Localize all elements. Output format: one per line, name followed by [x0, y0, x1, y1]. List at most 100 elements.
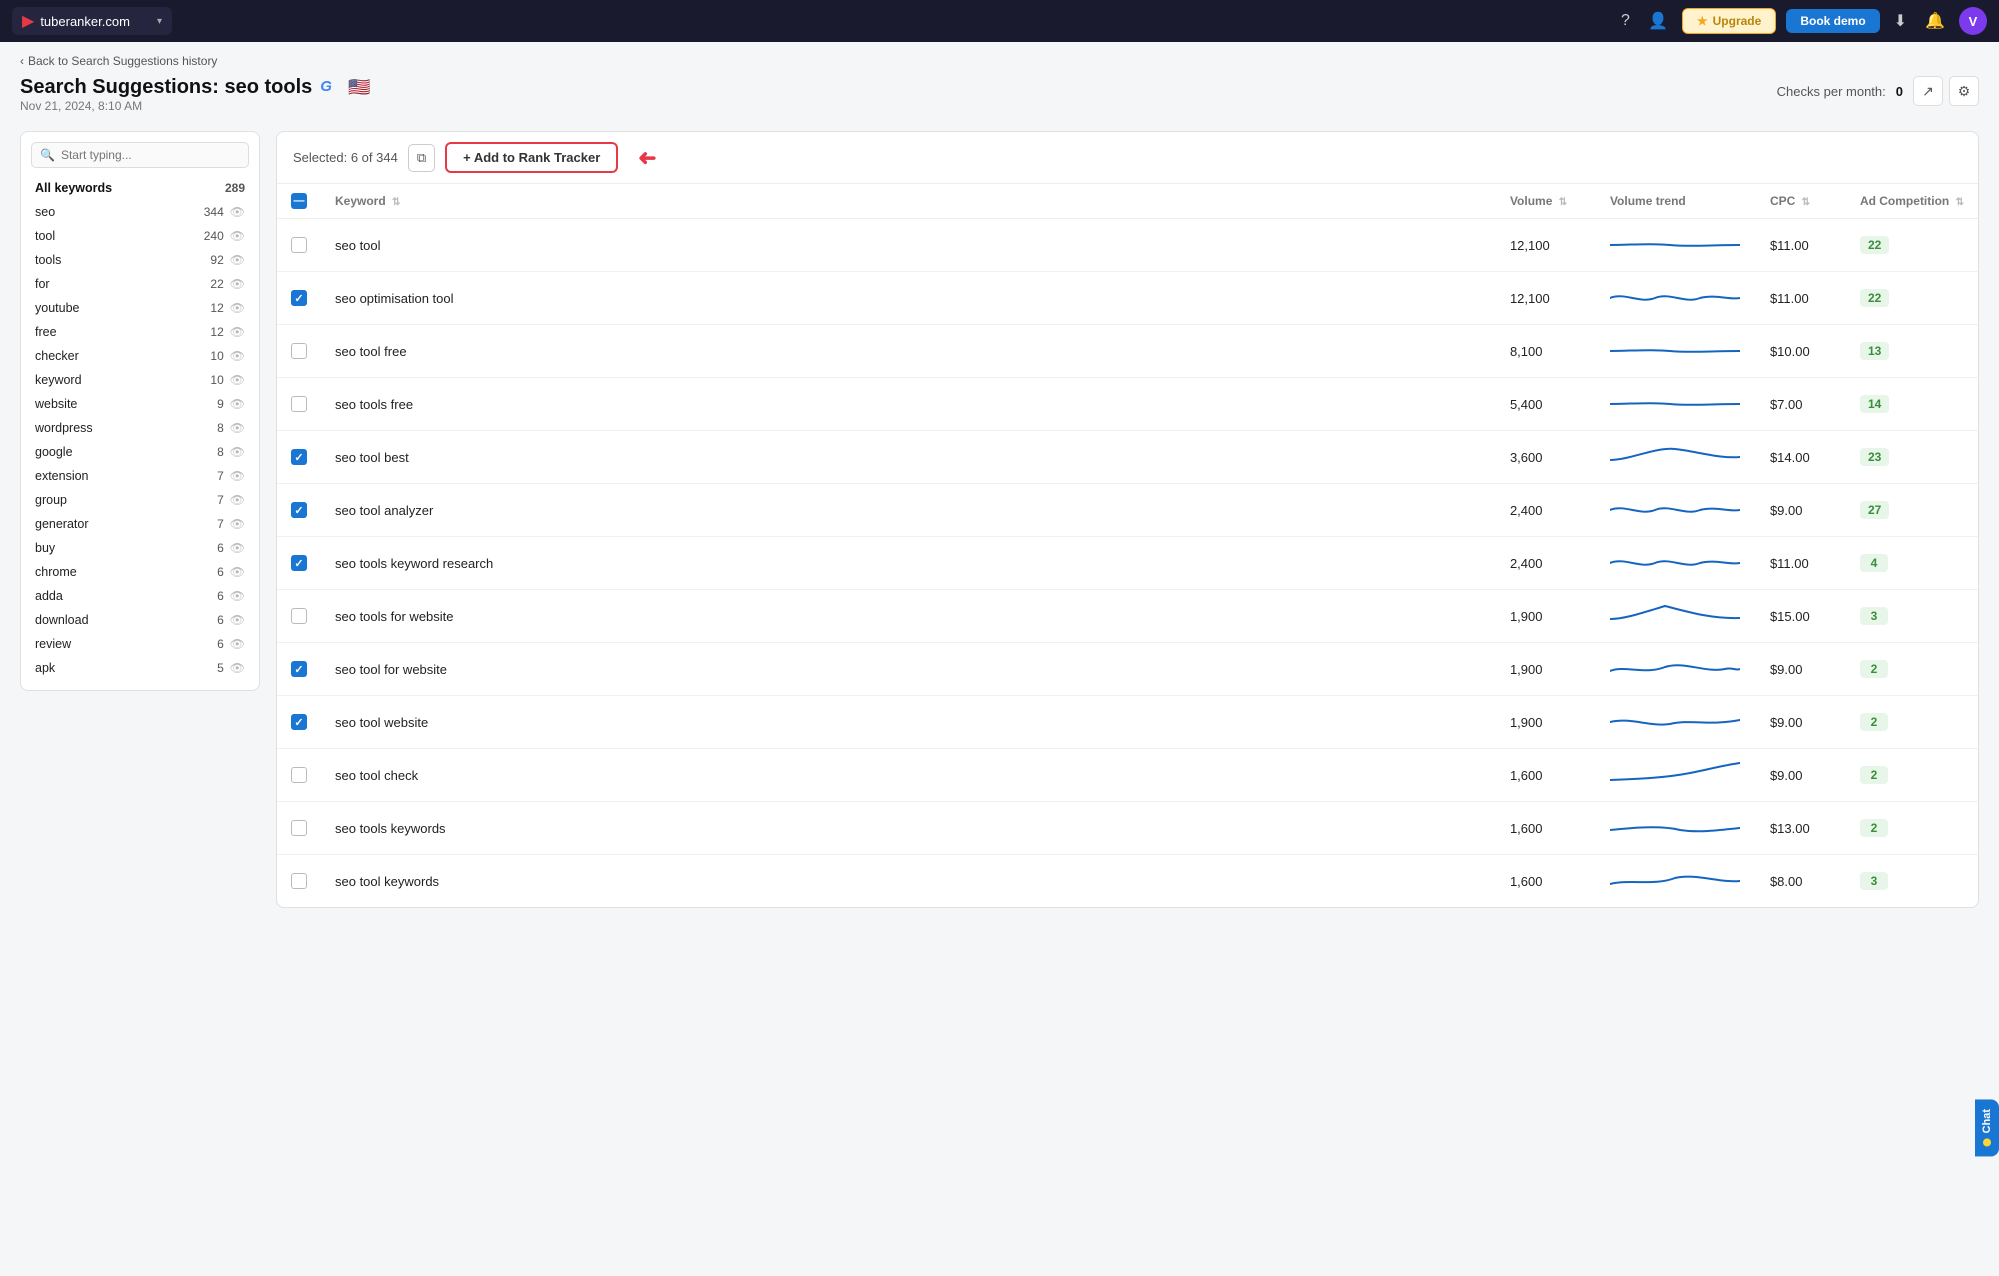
eye-icon[interactable]: 👁: [230, 661, 245, 675]
sidebar-item-count: 6: [217, 589, 224, 603]
adcomp-badge: 3: [1860, 607, 1888, 625]
sidebar-scroll[interactable]: All keywords 289 seo 344 👁 tool 240 👁 to…: [21, 176, 259, 680]
eye-icon[interactable]: 👁: [230, 613, 245, 627]
eye-icon[interactable]: 👁: [230, 301, 245, 315]
sidebar-item-checker[interactable]: checker 10 👁: [21, 344, 259, 368]
eye-icon[interactable]: 👁: [230, 493, 245, 507]
sidebar-item-label: wordpress: [35, 421, 93, 435]
sidebar-item-seo[interactable]: seo 344 👁: [21, 200, 259, 224]
sort-arrow-cpc: ⇅: [1802, 197, 1810, 208]
eye-icon[interactable]: 👁: [230, 589, 245, 603]
flag-icon: 🇺🇸: [348, 77, 370, 98]
eye-icon[interactable]: 👁: [230, 541, 245, 555]
eye-icon[interactable]: 👁: [230, 517, 245, 531]
sidebar-item-count: 344: [204, 205, 224, 219]
sidebar-item-extension[interactable]: extension 7 👁: [21, 464, 259, 488]
col-trend-label: Volume trend: [1610, 194, 1686, 208]
row-checkbox[interactable]: [291, 502, 307, 518]
eye-icon[interactable]: 👁: [230, 637, 245, 651]
eye-icon[interactable]: 👁: [230, 397, 245, 411]
row-checkbox[interactable]: [291, 290, 307, 306]
row-checkbox[interactable]: [291, 237, 307, 253]
eye-icon[interactable]: 👁: [230, 229, 245, 243]
bell-icon: 🔔: [1925, 11, 1945, 31]
sidebar-item-group[interactable]: group 7 👁: [21, 488, 259, 512]
search-icon: 🔍: [40, 148, 55, 162]
row-checkbox-cell: [277, 219, 321, 272]
row-checkbox[interactable]: [291, 714, 307, 730]
sidebar-item-chrome[interactable]: chrome 6 👁: [21, 560, 259, 584]
notifications-button[interactable]: 🔔: [1921, 7, 1949, 35]
sidebar-item-keyword[interactable]: keyword 10 👁: [21, 368, 259, 392]
sidebar-item-tool[interactable]: tool 240 👁: [21, 224, 259, 248]
row-adcomp: 2: [1846, 643, 1978, 696]
adcomp-badge: 2: [1860, 713, 1888, 731]
col-header-volume[interactable]: Volume ⇅: [1496, 184, 1596, 219]
row-adcomp: 2: [1846, 802, 1978, 855]
book-demo-button[interactable]: Book demo: [1786, 9, 1879, 33]
row-checkbox[interactable]: [291, 820, 307, 836]
select-all-checkbox[interactable]: [291, 193, 307, 209]
sidebar-item-all-keywords[interactable]: All keywords 289: [21, 176, 259, 200]
row-checkbox[interactable]: [291, 343, 307, 359]
eye-icon[interactable]: 👁: [230, 325, 245, 339]
eye-icon[interactable]: 👁: [230, 277, 245, 291]
col-volume-label: Volume: [1510, 194, 1552, 208]
add-to-rank-tracker-button[interactable]: + Add to Rank Tracker: [445, 142, 618, 173]
row-checkbox[interactable]: [291, 449, 307, 465]
eye-icon[interactable]: 👁: [230, 565, 245, 579]
row-trend: [1596, 855, 1756, 908]
sidebar-search-container[interactable]: 🔍: [31, 142, 249, 168]
sidebar-item-apk[interactable]: apk 5 👁: [21, 656, 259, 680]
row-checkbox[interactable]: [291, 555, 307, 571]
brand-selector[interactable]: ▶ tuberanker.com ▾: [12, 7, 172, 35]
eye-icon[interactable]: 👁: [230, 445, 245, 459]
sidebar-item-generator[interactable]: generator 7 👁: [21, 512, 259, 536]
col-header-keyword[interactable]: Keyword ⇅: [321, 184, 1496, 219]
row-trend: [1596, 749, 1756, 802]
download-button[interactable]: ⬇: [1890, 7, 1911, 35]
upgrade-button[interactable]: ★ Upgrade: [1682, 8, 1776, 34]
row-checkbox[interactable]: [291, 608, 307, 624]
row-trend: [1596, 696, 1756, 749]
eye-icon[interactable]: 👁: [230, 205, 245, 219]
sidebar-item-for[interactable]: for 22 👁: [21, 272, 259, 296]
col-header-adcomp[interactable]: Ad Competition ⇅: [1846, 184, 1978, 219]
row-checkbox[interactable]: [291, 873, 307, 889]
sidebar-item-google[interactable]: google 8 👁: [21, 440, 259, 464]
sidebar-item-download[interactable]: download 6 👁: [21, 608, 259, 632]
chat-bubble[interactable]: Chat: [1975, 1099, 1999, 1156]
sidebar-item-label: generator: [35, 517, 89, 531]
sidebar-item-adda[interactable]: adda 6 👁: [21, 584, 259, 608]
sidebar-item-review[interactable]: review 6 👁: [21, 632, 259, 656]
share-button[interactable]: ↗: [1913, 76, 1943, 106]
sidebar-item-buy[interactable]: buy 6 👁: [21, 536, 259, 560]
sidebar-search-input[interactable]: [61, 148, 240, 162]
eye-icon[interactable]: 👁: [230, 373, 245, 387]
sidebar-item-youtube[interactable]: youtube 12 👁: [21, 296, 259, 320]
sidebar-item-count: 7: [217, 517, 224, 531]
sidebar-item-wordpress[interactable]: wordpress 8 👁: [21, 416, 259, 440]
sidebar-item-free[interactable]: free 12 👁: [21, 320, 259, 344]
sidebar-item-tools[interactable]: tools 92 👁: [21, 248, 259, 272]
sidebar-item-website[interactable]: website 9 👁: [21, 392, 259, 416]
col-header-cpc[interactable]: CPC ⇅: [1756, 184, 1846, 219]
sidebar-item-label: google: [35, 445, 73, 459]
row-checkbox[interactable]: [291, 767, 307, 783]
row-checkbox[interactable]: [291, 396, 307, 412]
eye-icon[interactable]: 👁: [230, 253, 245, 267]
sparkline-chart: [1610, 757, 1740, 793]
topnav-actions: ? 👤 ★ Upgrade Book demo ⬇ 🔔 V: [1617, 7, 1987, 35]
add-user-button[interactable]: 👤: [1644, 7, 1672, 35]
avatar[interactable]: V: [1959, 7, 1987, 35]
settings-button[interactable]: ⚙: [1949, 76, 1979, 106]
eye-icon[interactable]: 👁: [230, 349, 245, 363]
copy-button[interactable]: ⧉: [408, 144, 435, 172]
help-button[interactable]: ?: [1617, 8, 1634, 34]
eye-icon[interactable]: 👁: [230, 421, 245, 435]
eye-icon[interactable]: 👁: [230, 469, 245, 483]
row-adcomp: 22: [1846, 219, 1978, 272]
row-checkbox[interactable]: [291, 661, 307, 677]
back-link[interactable]: ‹ Back to Search Suggestions history: [20, 54, 1979, 68]
table-row: seo tool website 1,900 $9.00 2: [277, 696, 1978, 749]
